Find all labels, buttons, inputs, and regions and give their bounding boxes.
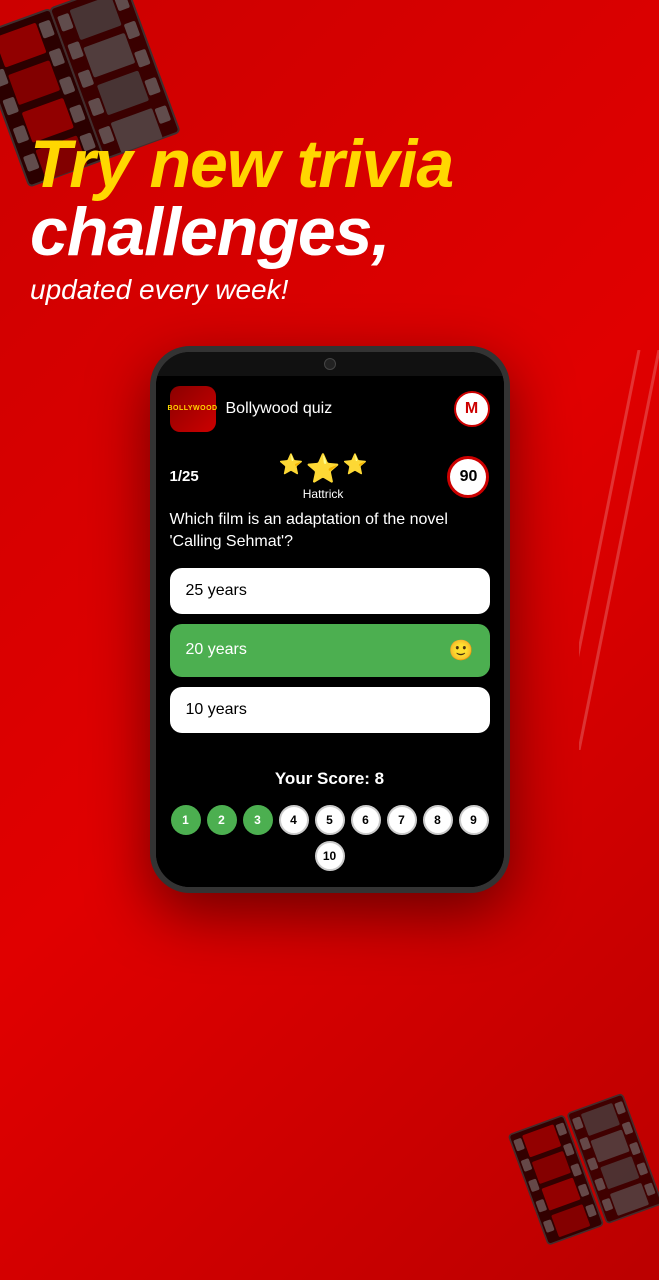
phone-notch <box>324 358 336 370</box>
star-2-icon: ⭐ <box>306 452 341 485</box>
answer-text-1: 25 years <box>186 582 247 600</box>
phone-notch-area <box>156 352 504 376</box>
headline-line2: challenges, <box>30 198 629 266</box>
answer-text-2: 20 years <box>186 641 247 659</box>
score-label: Your Score: 8 <box>170 769 490 789</box>
stars-row: ⭐ ⭐ ⭐ <box>279 452 368 485</box>
phone-screen: BOLLYWOOD Bollywood quiz M 1/25 ⭐ ⭐ ⭐ <box>156 376 504 887</box>
app-header: BOLLYWOOD Bollywood quiz M <box>156 376 504 442</box>
progress-dot-2[interactable]: 2 <box>207 805 237 835</box>
phone-mockup: BOLLYWOOD Bollywood quiz M 1/25 ⭐ ⭐ ⭐ <box>150 346 510 893</box>
progress-dot-10[interactable]: 10 <box>315 841 345 871</box>
answer-option-2[interactable]: 20 years 🙂 <box>170 624 490 677</box>
progress-dot-1[interactable]: 1 <box>171 805 201 835</box>
star-3-icon: ⭐ <box>343 452 368 485</box>
progress-area: 123456789 10 <box>156 797 504 887</box>
answer-text-3: 10 years <box>186 701 247 719</box>
progress-dot-9[interactable]: 9 <box>459 805 489 835</box>
headline-line1: Try new trivia <box>30 130 629 198</box>
headline-area: Try new trivia challenges, updated every… <box>0 0 659 326</box>
answer-option-1[interactable]: 25 years <box>170 568 490 614</box>
progress-dot-8[interactable]: 8 <box>423 805 453 835</box>
phone-mockup-container: BOLLYWOOD Bollywood quiz M 1/25 ⭐ ⭐ ⭐ <box>0 346 659 893</box>
stars-section: ⭐ ⭐ ⭐ Hattrick <box>279 452 368 501</box>
progress-dot-5[interactable]: 5 <box>315 805 345 835</box>
app-title: Bollywood quiz <box>226 400 454 418</box>
score-area: Your Score: 8 <box>156 759 504 797</box>
question-text: Which film is an adaptation of the novel… <box>170 509 490 554</box>
user-avatar[interactable]: M <box>454 391 490 427</box>
app-icon: BOLLYWOOD <box>170 386 216 432</box>
question-count: 1/25 <box>170 468 199 485</box>
star-1-icon: ⭐ <box>279 452 304 485</box>
quiz-meta: 1/25 ⭐ ⭐ ⭐ Hattrick 90 <box>170 452 490 501</box>
progress-dot-3[interactable]: 3 <box>243 805 273 835</box>
progress-dot-6[interactable]: 6 <box>351 805 381 835</box>
answer-option-3[interactable]: 10 years <box>170 687 490 733</box>
hattrick-label: Hattrick <box>303 487 344 501</box>
subheadline: updated every week! <box>30 274 629 306</box>
answer-emoji-2: 🙂 <box>449 638 474 663</box>
progress-dot-7[interactable]: 7 <box>387 805 417 835</box>
quiz-area: 1/25 ⭐ ⭐ ⭐ Hattrick 90 Which film i <box>156 442 504 759</box>
timer-circle: 90 <box>447 456 489 498</box>
progress-dot-4[interactable]: 4 <box>279 805 309 835</box>
